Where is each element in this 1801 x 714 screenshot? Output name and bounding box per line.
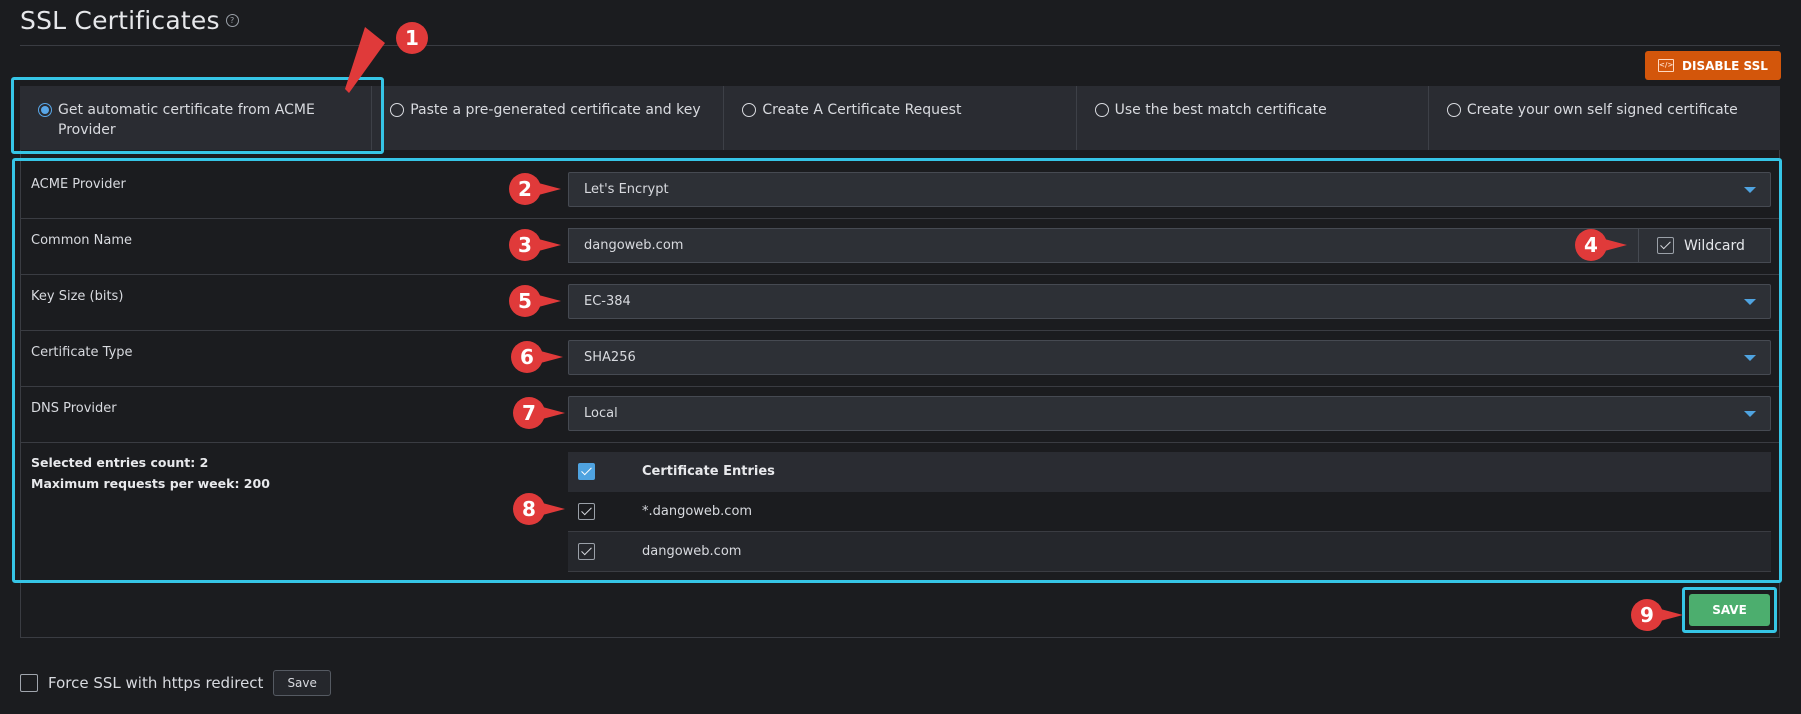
annotation-8: 8 <box>513 493 565 525</box>
annotation-3: 3 <box>509 229 561 261</box>
option-best-match[interactable]: Use the best match certificate <box>1076 86 1429 150</box>
annotation-1: 1 <box>396 22 428 54</box>
page-title: SSL Certificates? <box>20 6 239 35</box>
force-ssl-row: Force SSL with https redirect Save <box>20 670 331 696</box>
force-ssl-checkbox[interactable] <box>20 674 38 692</box>
annotation-7: 7 <box>513 397 565 429</box>
force-ssl-label: Force SSL with https redirect <box>48 674 264 692</box>
annotation-4: 4 <box>1575 229 1627 261</box>
disable-ssl-button[interactable]: </> DISABLE SSL <box>1645 51 1781 80</box>
option-certificate-request[interactable]: Create A Certificate Request <box>724 86 1077 150</box>
title-divider <box>20 45 1780 46</box>
code-icon: </> <box>1658 59 1675 72</box>
help-icon[interactable]: ? <box>225 13 239 27</box>
disable-ssl-label: DISABLE SSL <box>1682 58 1768 73</box>
highlight-acme-option <box>11 77 384 154</box>
annotation-5: 5 <box>509 285 561 317</box>
highlight-save-button <box>1682 587 1777 633</box>
force-ssl-save-button[interactable]: Save <box>273 670 331 696</box>
annotation-6: 6 <box>511 341 563 373</box>
radio-icon[interactable] <box>390 103 405 117</box>
radio-icon[interactable] <box>1094 103 1109 117</box>
annotation-2: 2 <box>509 173 561 205</box>
annotation-9: 9 <box>1631 599 1683 631</box>
option-self-signed[interactable]: Create your own self signed certificate <box>1428 86 1781 150</box>
highlight-form-section <box>12 158 1782 583</box>
option-paste-certificate[interactable]: Paste a pre-generated certificate and ke… <box>372 86 725 150</box>
radio-icon[interactable] <box>742 103 757 117</box>
radio-icon[interactable] <box>1446 103 1461 117</box>
